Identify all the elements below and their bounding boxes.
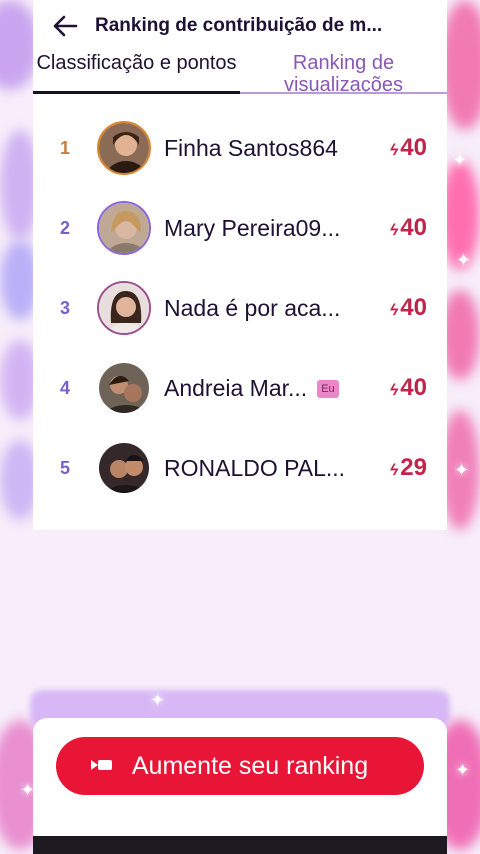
avatar <box>97 441 151 495</box>
user-name: Mary Pereira09... <box>164 214 341 241</box>
rank-number: 3 <box>59 297 70 318</box>
lightning-bolt-icon: ϟ <box>389 142 399 159</box>
ranking-row[interactable]: 3 Nada é por aca... ϟ40 <box>33 268 447 348</box>
points: ϟ40 <box>389 214 427 241</box>
ranking-row[interactable]: 4 Andreia Mar... Eu ϟ40 <box>33 348 447 428</box>
ranking-row[interactable]: 2 Mary Pereira09... ϟ40 <box>33 188 447 268</box>
lightning-bolt-icon: ϟ <box>389 382 399 399</box>
user-name: RONALDO PAL... <box>164 454 346 481</box>
lightning-bolt-icon: ϟ <box>389 462 399 479</box>
rank-number: 5 <box>59 457 70 478</box>
sparkle-icon: ✦ <box>455 760 471 780</box>
ranking-row[interactable]: 1 Finha Santos864 ϟ40 <box>33 108 447 188</box>
footer: Aumente seu ranking <box>33 718 447 836</box>
sparkle-icon: ✦ <box>454 460 470 480</box>
avatar <box>97 281 151 335</box>
avatar <box>97 201 151 255</box>
user-name: Andreia Mar... Eu <box>164 375 367 402</box>
system-navigation-bar <box>33 836 447 854</box>
lightning-bolt-icon: ϟ <box>389 302 399 319</box>
page-title: Ranking de contribuição de m... <box>95 15 383 36</box>
rank-number: 2 <box>59 217 70 238</box>
ranking-panel: Ranking de contribuição de m... Classifi… <box>33 0 447 530</box>
user-name: Finha Santos864 <box>164 134 338 161</box>
sparkle-icon: ✦ <box>150 690 166 710</box>
points: ϟ29 <box>389 454 427 481</box>
header: Ranking de contribuição de m... <box>33 0 447 52</box>
points: ϟ40 <box>389 374 427 401</box>
sparkle-icon: ✦ <box>452 150 468 170</box>
aumente-ranking-button[interactable]: Aumente seu ranking <box>56 737 424 795</box>
ranking-row[interactable]: 5 RONALDO PAL... ϟ29 <box>33 428 447 508</box>
rank-number: 1 <box>59 137 70 158</box>
tab-ranking-visualizacoes[interactable]: Ranking de visualizações <box>240 52 447 94</box>
points: ϟ40 <box>389 134 427 161</box>
points: ϟ40 <box>389 294 427 321</box>
cta-label: Aumente seu ranking <box>131 752 369 780</box>
avatar <box>97 121 151 175</box>
rank-number: 4 <box>59 377 70 398</box>
sparkle-icon: ✦ <box>456 250 472 270</box>
user-name: Nada é por aca... <box>164 294 341 321</box>
tab-bar: Classificação e pontos Ranking de visual… <box>33 52 447 94</box>
me-badge: Eu <box>317 380 339 399</box>
ranking-list: 1 Finha Santos864 ϟ40 2 Mary Pereira09..… <box>33 108 447 508</box>
tab-classificacao-pontos[interactable]: Classificação e pontos <box>33 52 240 94</box>
arrow-left-icon[interactable] <box>51 12 79 40</box>
avatar <box>97 361 151 415</box>
video-camera-icon <box>91 760 112 770</box>
lightning-bolt-icon: ϟ <box>389 222 399 239</box>
